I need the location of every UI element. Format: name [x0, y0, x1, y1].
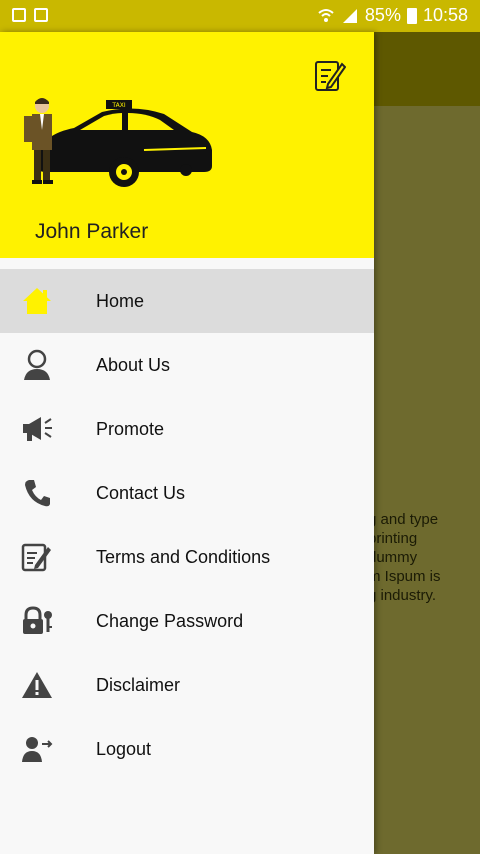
battery-percent: 85%	[364, 5, 401, 25]
menu-label-logout: Logout	[96, 738, 152, 759]
menu-item-home[interactable]: Home	[0, 269, 374, 333]
battery-icon	[406, 7, 417, 24]
screenshot-notification-icon	[34, 8, 48, 22]
menu-item-disclaimer[interactable]: Disclaimer	[0, 653, 374, 717]
menu-label-disclaimer: Disclaimer	[96, 674, 181, 695]
person-icon	[20, 349, 54, 381]
menu-label-about-us: About Us	[96, 354, 171, 375]
user-name: John Parker	[35, 220, 149, 243]
menu-item-about-us[interactable]: About Us	[0, 333, 374, 397]
document-edit-icon	[20, 541, 54, 573]
menu-label-terms: Terms and Conditions	[96, 546, 271, 567]
logout-icon	[20, 733, 54, 765]
menu-label-promote: Promote	[96, 418, 165, 439]
menu-item-logout[interactable]: Logout	[0, 717, 374, 781]
taxi-sign-text: TAXI	[111, 102, 125, 109]
menu-item-change-password[interactable]: Change Password	[0, 589, 374, 653]
edit-profile-icon[interactable]	[314, 58, 346, 92]
drawer-header: TAXI John Parker	[0, 32, 374, 258]
taxi-driver-illustration: TAXI	[24, 98, 212, 187]
wifi-icon	[318, 8, 334, 22]
status-bar: 85% 10:58	[0, 0, 480, 32]
navigation-drawer: TAXI John Parker Home About Us Promote C…	[0, 32, 374, 854]
menu-item-promote[interactable]: Promote	[0, 397, 374, 461]
clock-time: 10:58	[422, 5, 468, 25]
home-icon	[20, 285, 54, 317]
lock-key-icon	[20, 605, 54, 637]
megaphone-icon	[20, 413, 54, 445]
menu-label-home: Home	[96, 290, 145, 311]
warning-icon	[20, 669, 54, 701]
phone-icon	[20, 477, 54, 509]
menu-label-contact-us: Contact Us	[96, 482, 186, 503]
menu-label-change-password: Change Password	[96, 610, 244, 631]
menu-item-terms[interactable]: Terms and Conditions	[0, 525, 374, 589]
drawer-menu: Home About Us Promote Contact Us Terms a…	[0, 269, 374, 781]
signal-icon	[342, 8, 357, 23]
menu-item-contact-us[interactable]: Contact Us	[0, 461, 374, 525]
gallery-notification-icon	[12, 8, 26, 22]
background-body-text: g and type printing dummy m Ispum is g i…	[368, 511, 441, 604]
